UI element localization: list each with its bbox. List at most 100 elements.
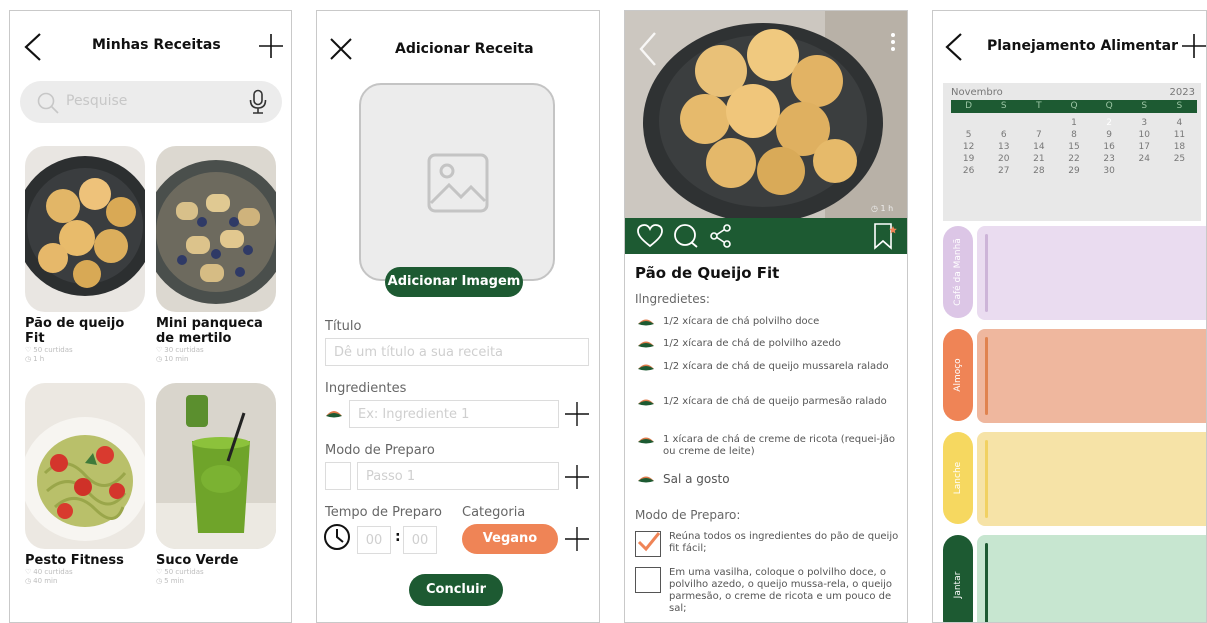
plus-icon[interactable]: [258, 33, 284, 59]
step-checkbox[interactable]: [325, 462, 351, 490]
recipe-image: [156, 146, 276, 312]
ingredients-label: Ilngredietes:: [635, 292, 710, 306]
meal-panel-lunch[interactable]: [977, 329, 1206, 423]
calendar-day: [1021, 118, 1056, 129]
ingredient-item: 1 xícara de chá de creme de ricota (requ…: [637, 434, 899, 458]
recipe-time: ◷ 5 min: [156, 577, 184, 585]
title-input[interactable]: Dê um título a sua receita: [325, 338, 589, 366]
calendar-day[interactable]: 6: [986, 130, 1021, 141]
calendar-day[interactable]: 13: [986, 142, 1021, 153]
calendar-day[interactable]: 25: [1162, 154, 1197, 165]
calendar-day: [951, 118, 986, 129]
meal-tab-snack[interactable]: Lanche: [943, 432, 973, 524]
calendar-day[interactable]: 2: [1092, 117, 1127, 130]
calendar-day[interactable]: 22: [1056, 154, 1091, 165]
calendar-day[interactable]: 30: [1092, 166, 1127, 177]
meal-panel-dinner[interactable]: [977, 535, 1206, 622]
meal-tab-dinner[interactable]: Jantar: [943, 535, 973, 622]
calendar-day[interactable]: 1: [1056, 118, 1091, 129]
recipe-card[interactable]: Mini panqueca de mertilo ♡ 30 curtidas ◷ 1…: [156, 146, 276, 364]
back-arrow-icon[interactable]: [22, 31, 44, 63]
title-label: Título: [325, 319, 362, 334]
close-icon[interactable]: [329, 37, 353, 61]
weekday-label: S: [1000, 101, 1007, 111]
search-input[interactable]: Pesquise: [66, 93, 127, 109]
recipe-card[interactable]: Suco Verde ♡ 50 curtidas ◷ 5 min: [156, 383, 276, 586]
meal-panel-breakfast[interactable]: [977, 226, 1206, 320]
calendar-day[interactable]: 16: [1092, 142, 1127, 153]
calendar-day[interactable]: 19: [951, 154, 986, 165]
calendar: Novembro 2023 DSTQQSS 1 2 3 4 5 6 7 8 9 10 11 12 13 1…: [943, 83, 1201, 221]
calendar-day[interactable]: 27: [986, 166, 1021, 177]
hours-input[interactable]: 00: [357, 526, 391, 554]
bookmark-star-icon[interactable]: [873, 222, 897, 250]
ingredient-item: Sal a gosto: [637, 473, 899, 485]
comment-icon[interactable]: [673, 224, 699, 248]
calendar-day[interactable]: 5: [951, 130, 986, 141]
calendar-day[interactable]: 10: [1127, 130, 1162, 141]
calendar-day[interactable]: 4: [1162, 118, 1197, 129]
leaf-icon: [325, 409, 343, 419]
step-input[interactable]: Passo 1: [357, 462, 559, 490]
finish-button[interactable]: Concluir: [409, 574, 503, 606]
calendar-day[interactable]: 20: [986, 154, 1021, 165]
calendar-day[interactable]: 21: [1021, 154, 1056, 165]
clock-icon: [323, 523, 351, 551]
back-arrow-icon[interactable]: [943, 31, 965, 63]
add-ingredient-plus-icon[interactable]: [565, 402, 589, 426]
ingredient-item: 1/2 xícara de chá de queijo parmesão ral…: [637, 396, 899, 408]
calendar-day[interactable]: 12: [951, 142, 986, 153]
step-item: Em uma vasilha, coloque o polvilho doce,…: [635, 567, 899, 615]
heart-icon: ♡: [156, 346, 163, 354]
clock-icon: ◷: [25, 577, 32, 585]
step-checkbox[interactable]: [635, 567, 661, 593]
minutes-input[interactable]: 00: [403, 526, 437, 554]
meal-line: [985, 440, 988, 518]
weekday-label: S: [1141, 101, 1148, 111]
calendar-day[interactable]: 8: [1056, 130, 1091, 141]
recipe-title: Pesto Fitness: [25, 553, 124, 568]
action-bar: [625, 218, 907, 254]
recipe-card[interactable]: Pão de queijo Fit ♡ 50 curtidas ◷ 1 h: [25, 146, 145, 364]
heart-icon: ♡: [156, 568, 163, 576]
meal-tab-lunch[interactable]: Almoço: [943, 329, 973, 421]
calendar-day[interactable]: 9: [1092, 130, 1127, 141]
image-upload-area[interactable]: [359, 83, 555, 281]
calendar-day[interactable]: 29: [1056, 166, 1091, 177]
calendar-day[interactable]: 14: [1021, 142, 1056, 153]
add-category-plus-icon[interactable]: [565, 527, 589, 551]
prep-label: Modo de Preparo: [325, 443, 435, 458]
recipe-image: [25, 146, 145, 312]
recipe-card[interactable]: Pesto Fitness ♡ 40 curtidas ◷ 40 min: [25, 383, 145, 586]
recipe-likes: ♡ 50 curtidas: [25, 346, 73, 354]
calendar-day[interactable]: 23: [1092, 154, 1127, 165]
calendar-day[interactable]: 28: [1021, 166, 1056, 177]
calendar-day[interactable]: 3: [1127, 118, 1162, 129]
prep-label: Modo de Preparo:: [635, 508, 741, 522]
recipe-time: ◷ 10 min: [156, 355, 189, 363]
add-image-button[interactable]: Adicionar Imagem: [385, 267, 523, 297]
calendar-day[interactable]: 18: [1162, 142, 1197, 153]
calendar-day[interactable]: 7: [1021, 130, 1056, 141]
calendar-day[interactable]: 15: [1056, 142, 1091, 153]
heart-icon[interactable]: [637, 224, 663, 248]
share-icon[interactable]: [709, 224, 733, 248]
ingredients-label: Ingredientes: [325, 381, 407, 396]
calendar-day[interactable]: 24: [1127, 154, 1162, 165]
add-step-plus-icon[interactable]: [565, 465, 589, 489]
microphone-icon[interactable]: [248, 89, 268, 115]
step-checkbox[interactable]: [635, 531, 661, 557]
calendar-day[interactable]: 11: [1162, 130, 1197, 141]
category-select[interactable]: Vegano: [462, 524, 558, 554]
meal-tab-breakfast[interactable]: Café da Manhã: [943, 226, 973, 318]
calendar-day[interactable]: 26: [951, 166, 986, 177]
meal-panel-snack[interactable]: [977, 432, 1206, 526]
search-bar[interactable]: Pesquise: [20, 81, 282, 123]
heart-icon: ♡: [25, 346, 32, 354]
plus-icon[interactable]: [1181, 33, 1206, 59]
leaf-icon: [638, 341, 654, 348]
meal-line: [985, 337, 988, 415]
screen-recipe-detail: ◷ 1 h Pão de Queijo Fit Ilngredietes: 1/…: [624, 10, 908, 623]
calendar-day[interactable]: 17: [1127, 142, 1162, 153]
ingredient-input[interactable]: Ex: Ingrediente 1: [349, 400, 559, 428]
